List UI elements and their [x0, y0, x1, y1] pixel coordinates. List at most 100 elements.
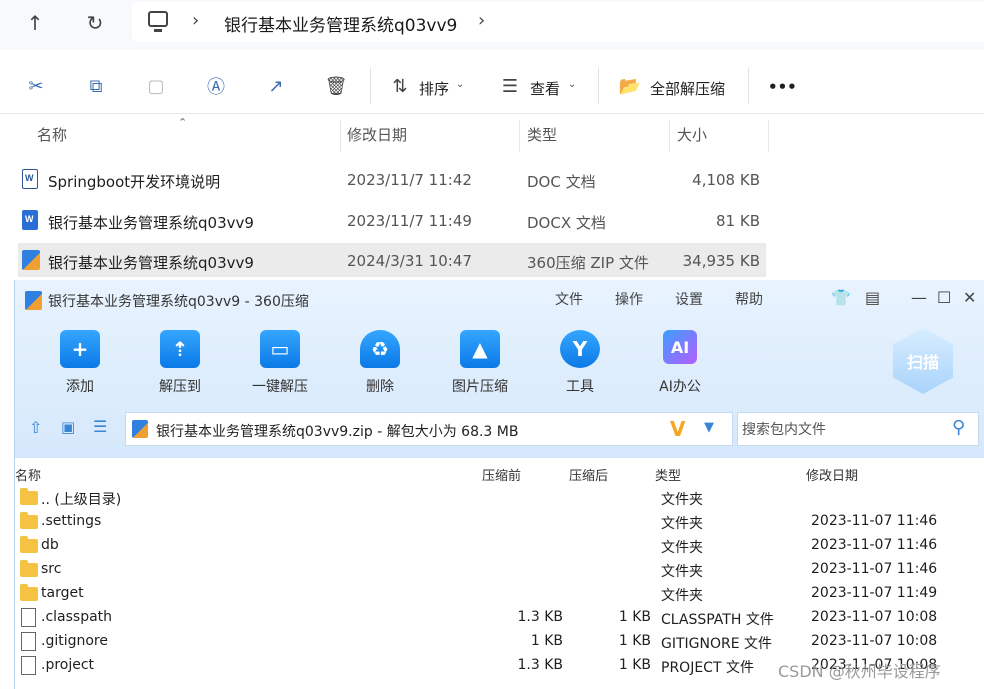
column-divider[interactable] — [340, 120, 341, 152]
item-modified: 2023-11-07 11:46 — [811, 513, 938, 529]
column-header-name[interactable]: 名称 — [37, 124, 67, 150]
up-level-icon[interactable]: ⇧ — [29, 418, 42, 437]
one-click-extract-button[interactable]: ▭ 一键解压 — [235, 330, 325, 400]
copy-icon[interactable]: ⧉ — [84, 74, 108, 98]
view-button[interactable]: 查看 — [530, 78, 560, 99]
image-compress-icon: ▲ — [460, 330, 500, 368]
item-name: target — [41, 585, 84, 601]
extract-to-icon: ⇡ — [160, 330, 200, 368]
extract-all-button[interactable]: 全部解压缩 — [650, 78, 725, 99]
scan-button[interactable]: 扫描 — [893, 328, 953, 394]
item-type: GITIGNORE 文件 — [661, 636, 773, 652]
cut-icon[interactable]: ✂ — [24, 74, 48, 98]
ai-icon: AI — [663, 330, 697, 364]
column-header-name[interactable]: 名称 — [15, 465, 41, 484]
search-input[interactable] — [742, 419, 942, 441]
extract-to-button[interactable]: ⇡ 解压到 — [135, 330, 225, 400]
v-logo-icon[interactable]: V — [670, 417, 685, 441]
folder-icon — [20, 560, 38, 577]
search-field[interactable]: ⚲ — [737, 412, 979, 446]
sort-button[interactable]: 排序 — [419, 78, 449, 99]
chevron-right-icon[interactable]: › — [478, 10, 485, 31]
zip-app-icon — [25, 291, 42, 310]
menu-file[interactable]: 文件 — [555, 289, 583, 309]
image-compress-button[interactable]: ▲ 图片压缩 — [435, 330, 525, 400]
minimize-icon[interactable]: — — [911, 288, 927, 307]
share-icon[interactable]: ↗ — [264, 74, 288, 98]
column-header-type[interactable]: 类型 — [527, 124, 557, 150]
folder-icon — [20, 512, 38, 529]
chevron-down-icon[interactable]: ⌄ — [456, 79, 464, 90]
file-type: DOCX 文档 — [527, 214, 606, 232]
address-bar: ↑ ↻ › 银行基本业务管理系统q03vv9 › — [0, 0, 984, 50]
delete-icon[interactable]: 🗑 — [324, 74, 348, 98]
maximize-icon[interactable]: ☐ — [937, 288, 951, 307]
list-view-icon[interactable]: ☰ — [93, 417, 107, 436]
list-item[interactable]: .. (上级目录) 文件夹 — [15, 486, 984, 510]
tools-button[interactable]: Y 工具 — [535, 330, 625, 400]
column-header-size[interactable]: 大小 — [677, 124, 707, 150]
item-name: src — [41, 561, 62, 577]
file-row[interactable]: W 银行基本业务管理系统q03vv9 2023/11/7 11:49 DOCX … — [18, 203, 766, 237]
column-header-after[interactable]: 压缩后 — [569, 465, 608, 484]
list-item[interactable]: .classpath 1.3 KB 1 KB CLASSPATH 文件 2023… — [15, 606, 984, 630]
chevron-down-icon[interactable]: ▼ — [704, 420, 714, 435]
close-icon[interactable]: ✕ — [963, 288, 976, 307]
refresh-icon[interactable]: ↻ — [78, 8, 112, 38]
item-type: 文件夹 — [661, 492, 703, 508]
delete-button[interactable]: ♻ 删除 — [335, 330, 425, 400]
column-header-modified[interactable]: 修改日期 — [347, 124, 407, 150]
breadcrumb[interactable]: › 银行基本业务管理系统q03vv9 › — [132, 2, 984, 42]
item-size-before: 1 KB — [530, 633, 563, 649]
view-icon[interactable]: ☰ — [498, 74, 522, 98]
item-modified: 2023-11-07 10:08 — [811, 633, 938, 649]
file-size: 81 KB — [716, 212, 760, 230]
ai-office-button[interactable]: AI AI办公 — [635, 330, 725, 400]
list-item[interactable]: src 文件夹 2023-11-07 11:46 — [15, 558, 984, 582]
menu-settings[interactable]: 设置 — [675, 289, 703, 309]
menu-help[interactable]: 帮助 — [735, 289, 763, 309]
menu-operation[interactable]: 操作 — [615, 289, 643, 309]
file-icon — [21, 608, 36, 627]
rename-icon[interactable]: Ⓐ — [204, 74, 228, 98]
item-modified: 2023-11-07 11:46 — [811, 537, 938, 553]
chevron-right-icon[interactable]: › — [192, 10, 199, 31]
search-icon[interactable]: ⚲ — [952, 417, 965, 438]
list-item[interactable]: target 文件夹 2023-11-07 11:49 — [15, 582, 984, 606]
this-pc-icon[interactable] — [148, 11, 168, 32]
file-row[interactable]: 银行基本业务管理系统q03vv9 2024/3/31 10:47 360压缩 Z… — [18, 243, 766, 277]
add-button[interactable]: + 添加 — [35, 330, 125, 400]
column-divider[interactable] — [669, 120, 670, 152]
ai-office-label: AI办公 — [659, 379, 701, 395]
item-name: .. (上级目录) — [41, 492, 122, 508]
tools-label: 工具 — [566, 379, 594, 395]
list-item[interactable]: db 文件夹 2023-11-07 11:46 — [15, 534, 984, 558]
file-modified: 2023/11/7 11:42 — [347, 171, 472, 189]
column-header-modified[interactable]: 修改日期 — [806, 465, 858, 484]
paste-icon[interactable]: ▢ — [144, 74, 168, 98]
skin-icon[interactable]: 👕 — [831, 288, 851, 307]
archive-path-field[interactable]: 银行基本业务管理系统q03vv9.zip - 解包大小为 68.3 MB V ▼ — [125, 412, 733, 446]
list-item[interactable]: .gitignore 1 KB 1 KB GITIGNORE 文件 2023-1… — [15, 630, 984, 654]
file-row[interactable]: W Springboot开发环境说明 2023/11/7 11:42 DOC 文… — [18, 162, 766, 196]
archive-path-text: 银行基本业务管理系统q03vv9.zip - 解包大小为 68.3 MB — [156, 424, 519, 440]
column-divider[interactable] — [519, 120, 520, 152]
file-modified: 2023/11/7 11:49 — [347, 212, 472, 230]
breadcrumb-folder[interactable]: 银行基本业务管理系统q03vv9 — [224, 11, 457, 36]
column-divider[interactable] — [768, 120, 769, 152]
list-item[interactable]: .settings 文件夹 2023-11-07 11:46 — [15, 510, 984, 534]
chevron-down-icon[interactable]: ⌄ — [568, 79, 576, 90]
column-header-type[interactable]: 类型 — [655, 465, 681, 484]
extract-folder-icon[interactable]: 📂 — [618, 74, 642, 98]
sort-icon[interactable]: ⇅ — [388, 74, 412, 98]
item-modified: 2023-11-07 11:49 — [811, 585, 938, 601]
item-name: .settings — [41, 513, 102, 529]
feedback-icon[interactable]: ▤ — [865, 288, 880, 307]
thumbnail-view-icon[interactable]: ▣ — [61, 418, 75, 436]
file-name: 银行基本业务管理系统q03vv9 — [48, 254, 254, 272]
up-arrow-icon[interactable]: ↑ — [18, 8, 52, 38]
column-header-before[interactable]: 压缩前 — [482, 465, 521, 484]
toolbar-divider — [748, 68, 749, 104]
add-icon: + — [60, 330, 100, 368]
more-options-button[interactable]: ••• — [768, 78, 797, 96]
